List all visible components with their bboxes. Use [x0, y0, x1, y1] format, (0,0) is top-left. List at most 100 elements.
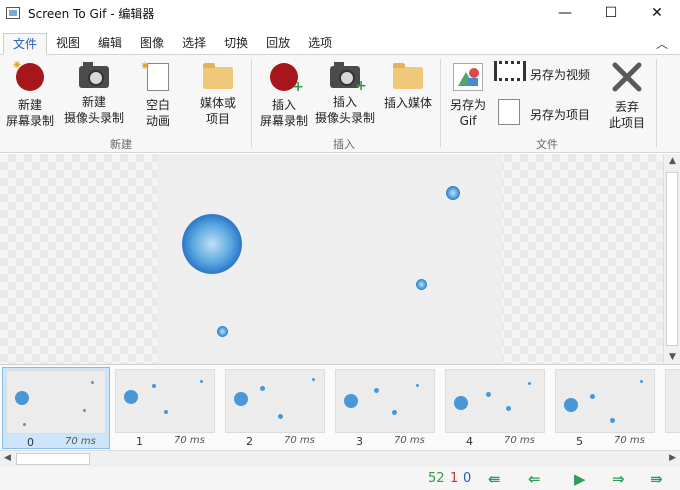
frame-delay: 70 ms — [65, 436, 96, 447]
snowflake — [83, 409, 86, 412]
new-webcam-recording-button[interactable]: 新建 摄像头录制 — [58, 62, 130, 126]
horizontal-scrollbar[interactable]: ◀ ▶ — [0, 450, 680, 467]
separator — [440, 59, 441, 147]
tab-view[interactable]: 视图 — [47, 33, 89, 55]
image-icon — [453, 63, 483, 91]
scroll-thumb[interactable] — [16, 453, 90, 465]
scroll-thumb[interactable] — [666, 172, 678, 346]
scroll-right-icon[interactable]: ▶ — [669, 453, 676, 463]
project-file-icon — [498, 99, 520, 125]
frame-thumbnail[interactable]: 5 70 ms — [552, 367, 660, 449]
snowflake — [528, 382, 531, 385]
frame-thumbnail[interactable]: 1 70 ms — [112, 367, 220, 449]
snowflake — [91, 381, 94, 384]
frame-thumbnail[interactable]: 2 70 ms — [222, 367, 330, 449]
snowflake — [506, 406, 511, 411]
frame-number: 0 — [27, 436, 34, 449]
save-as-video-button[interactable]: 另存为视频 — [494, 61, 598, 85]
separator — [251, 59, 252, 147]
frame-number: 1 — [136, 435, 143, 448]
snowflake — [164, 410, 168, 414]
frame-number: 4 — [466, 435, 473, 448]
frame-delay: 70 ms — [174, 435, 205, 446]
discard-project-button[interactable]: 丢弃 此项目 — [604, 61, 650, 131]
tab-playback[interactable]: 回放 — [257, 33, 299, 55]
play-button[interactable]: ▶ — [574, 470, 586, 488]
snowflake — [182, 214, 242, 274]
camera-add-icon: + — [330, 62, 367, 94]
snowflake — [416, 279, 427, 290]
new-screen-recording-button[interactable]: ✷ 新建 屏幕录制 — [2, 58, 58, 129]
window-title: Screen To Gif - 编辑器 — [28, 6, 155, 21]
snowflake — [124, 390, 138, 404]
frame-list: 0 70 ms 1 70 ms 2 70 ms 3 70 ms 4 70 ms … — [0, 364, 680, 450]
scroll-up-icon[interactable]: ▲ — [664, 156, 680, 166]
frame-preview — [115, 369, 215, 433]
next-frame-button[interactable]: ⇒ — [612, 470, 625, 488]
frame-preview — [6, 370, 106, 434]
frame-delay: 70 ms — [614, 435, 645, 446]
snowflake — [446, 186, 460, 200]
x-icon — [612, 62, 642, 92]
folder-icon — [203, 63, 233, 89]
frame-canvas[interactable] — [0, 154, 663, 364]
previous-frame-button[interactable]: ⇐ — [528, 470, 541, 488]
snowflake — [640, 380, 643, 383]
save-as-gif-button[interactable]: 另存为 Gif — [444, 63, 492, 129]
tab-select[interactable]: 选择 — [173, 33, 215, 55]
snowflake — [152, 384, 156, 388]
frame-thumbnail[interactable]: 0 70 ms — [2, 367, 110, 449]
maximize-button[interactable]: ☐ — [588, 0, 634, 26]
group-label-insert: 插入 — [333, 138, 355, 151]
snowflake — [278, 414, 283, 419]
tab-transitions[interactable]: 切换 — [215, 33, 257, 55]
selected-count: 1 — [450, 471, 459, 486]
snowflake — [610, 418, 615, 423]
snowflake — [416, 384, 419, 387]
tab-image[interactable]: 图像 — [131, 33, 173, 55]
frame-number: 5 — [576, 435, 583, 448]
frame-preview — [445, 369, 545, 433]
vertical-scrollbar[interactable]: ▲ ▼ — [663, 154, 680, 364]
minimize-button[interactable]: — — [542, 0, 588, 26]
frame-thumbnail[interactable] — [662, 367, 680, 449]
group-label-new: 新建 — [110, 138, 132, 151]
frame-preview — [555, 369, 655, 433]
frame-preview — [665, 369, 680, 433]
group-label-file: 文件 — [536, 138, 558, 151]
snowflake — [312, 378, 315, 381]
insert-webcam-recording-button[interactable]: + 插入 摄像头录制 — [312, 62, 378, 126]
snowflake — [344, 394, 358, 408]
first-frame-button[interactable]: ⇚ — [488, 470, 501, 488]
save-as-project-button[interactable]: 另存为项目 — [496, 99, 600, 127]
frame-preview — [335, 369, 435, 433]
frame-thumbnail[interactable]: 3 70 ms — [332, 367, 440, 449]
collapse-ribbon-button[interactable]: ︿ — [656, 35, 668, 52]
snowflake — [486, 392, 491, 397]
current-frame: 0 — [463, 471, 472, 486]
frame-preview — [225, 369, 325, 433]
snowflake — [564, 398, 578, 412]
scroll-left-icon[interactable]: ◀ — [4, 453, 11, 463]
frame-thumbnail[interactable]: 4 70 ms — [442, 367, 550, 449]
tab-options[interactable]: 选项 — [299, 33, 341, 55]
snowflake — [15, 391, 29, 405]
film-icon — [494, 61, 526, 81]
insert-screen-recording-button[interactable]: + 插入 屏幕录制 — [256, 63, 312, 129]
shapes-icon — [458, 68, 479, 86]
frame-number: 3 — [356, 435, 363, 448]
tab-file[interactable]: 文件 — [3, 33, 48, 55]
snowflake — [374, 388, 379, 393]
blank-animation-button[interactable]: ✷ 空白 动画 — [136, 59, 180, 129]
media-or-project-button[interactable]: 媒体或 项目 — [194, 63, 242, 127]
close-button[interactable]: ✕ — [634, 0, 680, 26]
snowflake — [590, 394, 595, 399]
snowflake — [392, 410, 397, 415]
snowflake — [260, 386, 265, 391]
last-frame-button[interactable]: ⇛ — [650, 470, 663, 488]
scroll-down-icon[interactable]: ▼ — [664, 352, 680, 362]
discard-icon — [611, 61, 643, 93]
title-bar: Screen To Gif - 编辑器 — ☐ ✕ — [0, 0, 680, 26]
insert-media-button[interactable]: 插入媒体 — [380, 63, 436, 111]
tab-edit[interactable]: 编辑 — [89, 33, 131, 55]
